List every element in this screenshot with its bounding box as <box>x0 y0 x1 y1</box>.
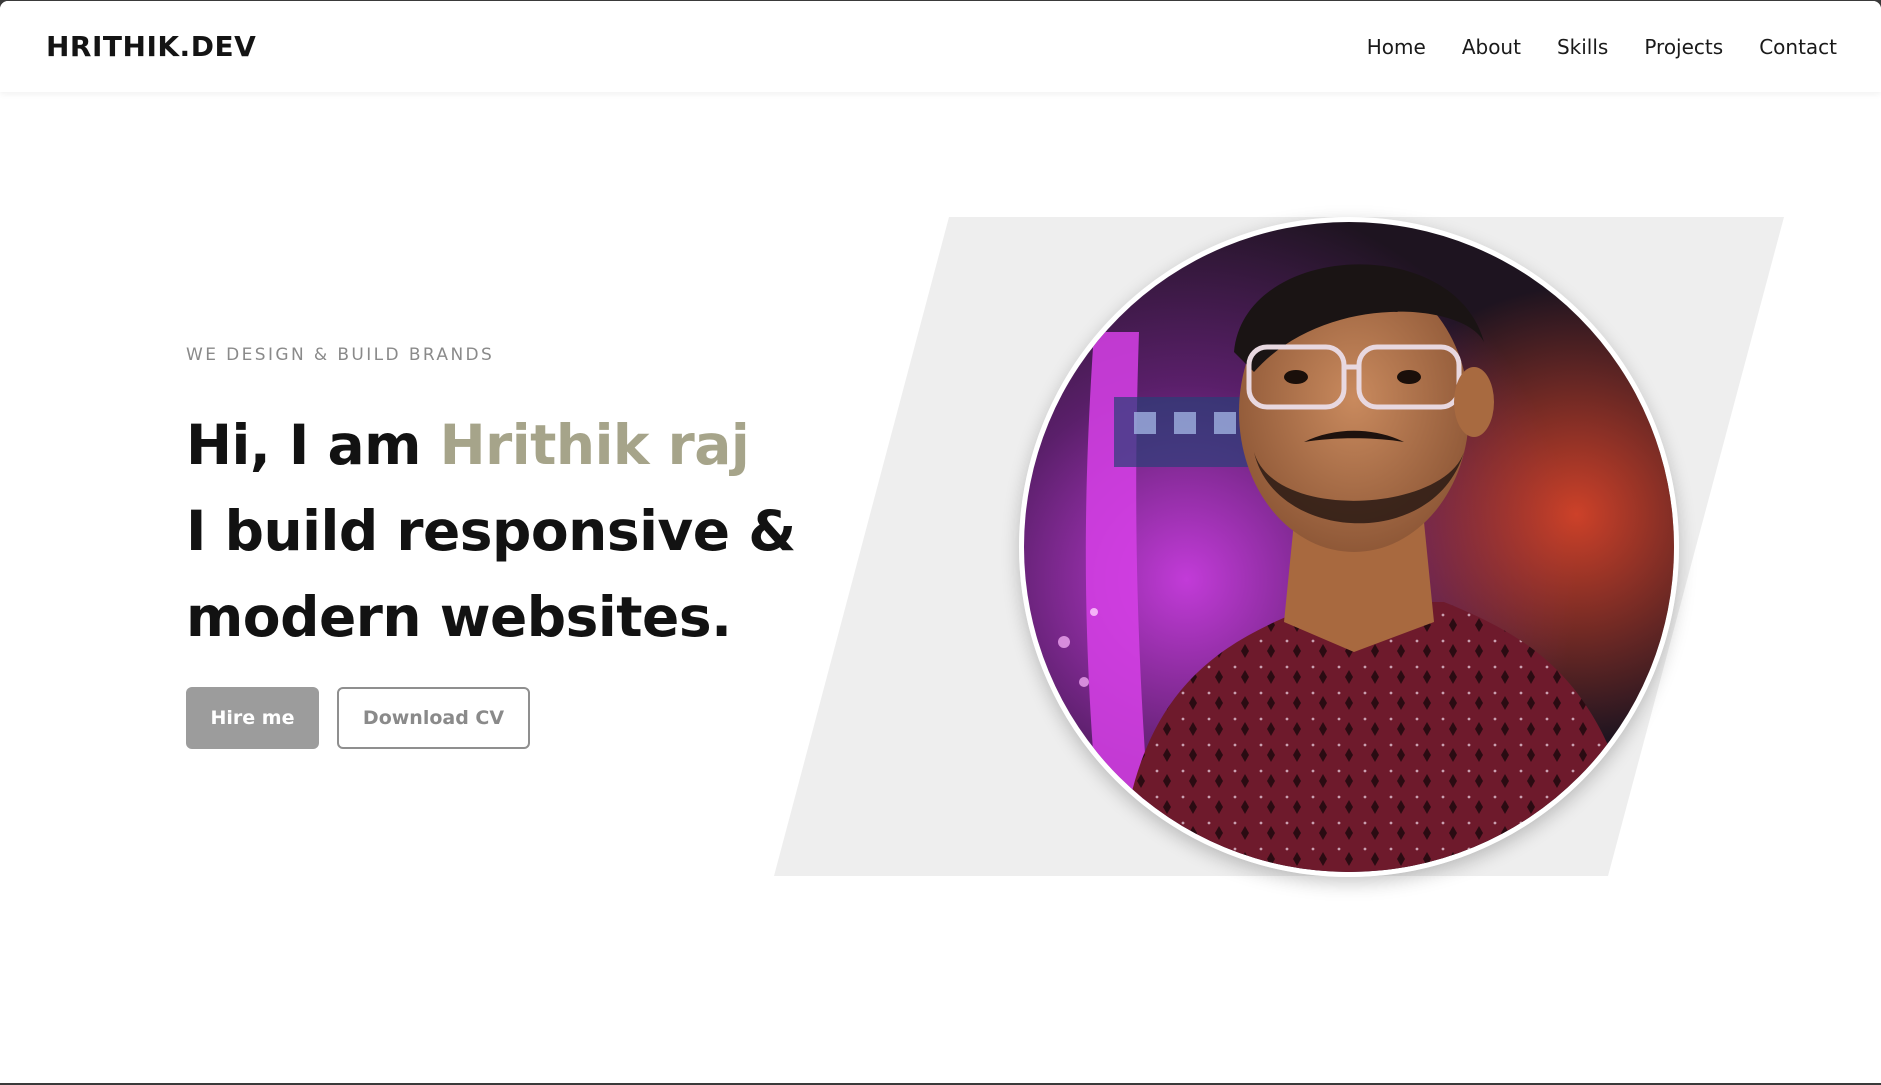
nav-link-about[interactable]: About <box>1462 35 1521 59</box>
nav-link-contact[interactable]: Contact <box>1759 35 1837 59</box>
brand-logo[interactable]: HRITHIK.DEV <box>46 30 256 63</box>
hero-actions: Hire me Download CV <box>186 687 530 749</box>
headline-name: Hrithik raj <box>439 413 750 477</box>
hero-headline: Hi, I am Hrithik raj I build responsive … <box>186 402 826 660</box>
headline-line-2: I build responsive & <box>186 499 796 563</box>
download-cv-button[interactable]: Download CV <box>337 687 530 749</box>
profile-photo <box>1019 217 1679 877</box>
browser-viewport: HRITHIK.DEV Home About Skills Projects C… <box>0 1 1881 1083</box>
nav-menu: Home About Skills Projects Contact <box>1367 35 1837 59</box>
nav-link-skills[interactable]: Skills <box>1557 35 1608 59</box>
headline-greeting: Hi, I am <box>186 413 440 477</box>
hero-section: WE DESIGN & BUILD BRANDS Hi, I am Hrithi… <box>186 345 826 660</box>
nav-link-home[interactable]: Home <box>1367 35 1426 59</box>
navbar: HRITHIK.DEV Home About Skills Projects C… <box>0 1 1881 92</box>
hero-tagline: WE DESIGN & BUILD BRANDS <box>186 345 495 365</box>
hire-me-button[interactable]: Hire me <box>186 687 319 749</box>
headline-line-3: modern websites. <box>186 585 732 649</box>
nav-link-projects[interactable]: Projects <box>1644 35 1723 59</box>
